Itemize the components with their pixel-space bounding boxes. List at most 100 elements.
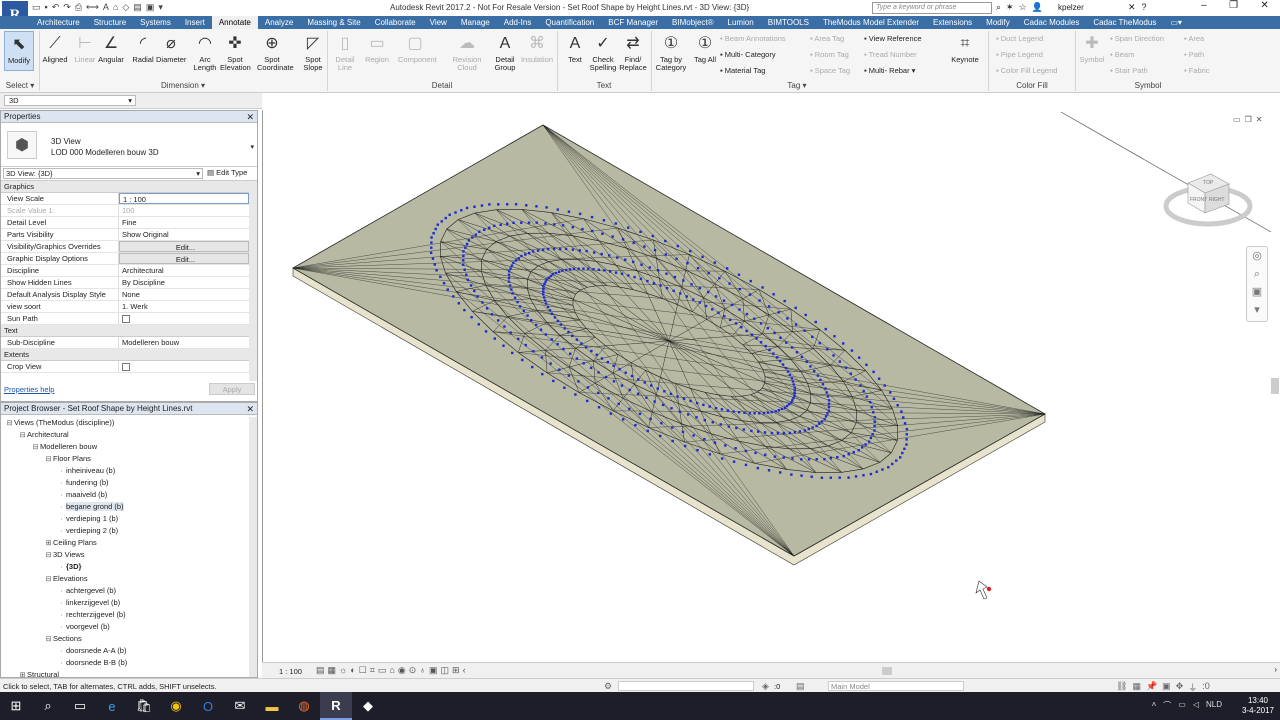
tab-themodus-model-extender[interactable]: TheModus Model Extender bbox=[816, 16, 926, 29]
checkbox[interactable] bbox=[122, 315, 130, 323]
browser-item-architectural[interactable]: ⊟ Architectural bbox=[1, 429, 257, 441]
select-panel-label[interactable]: Select ▾ bbox=[2, 81, 38, 90]
browser-item-fundering-b[interactable]: · fundering (b) bbox=[1, 477, 257, 489]
close-icon[interactable]: ✕ bbox=[246, 111, 254, 123]
property-sub-discipline[interactable]: Sub-Discipline Modelleren bouw bbox=[1, 337, 249, 349]
detail-level-icon[interactable]: ▤ bbox=[316, 665, 325, 676]
open-icon[interactable]: ▭ bbox=[32, 2, 41, 14]
nav-dropdown-icon[interactable]: ▾ bbox=[1247, 301, 1267, 319]
tab-bimobject[interactable]: BIMobject® bbox=[665, 16, 720, 29]
browser-item-rechterzijgevel-b[interactable]: · rechterzijgevel (b) bbox=[1, 609, 257, 621]
browser-item-doorsnede-a-a-b[interactable]: · doorsnede A-A (b) bbox=[1, 645, 257, 657]
radial-button[interactable]: ◜ Radial bbox=[128, 31, 158, 64]
measure-icon[interactable]: ⟷ bbox=[86, 2, 99, 14]
apply-button[interactable]: Apply bbox=[209, 383, 255, 395]
binoculars-icon[interactable]: ⌕ bbox=[996, 2, 1001, 13]
arc-length-button[interactable]: ◠ Arc Length bbox=[190, 31, 220, 72]
subscription-icon[interactable]: ✶ bbox=[1006, 2, 1014, 13]
minimize-icon[interactable]: – bbox=[1201, 0, 1207, 16]
view-cube[interactable]: TOP FRONT RIGHT bbox=[1163, 168, 1253, 238]
workset-dropdown[interactable] bbox=[618, 681, 754, 691]
tread-number-button[interactable]: ▪ Tread Number bbox=[864, 50, 917, 59]
shadows-icon[interactable]: ◐ bbox=[350, 665, 355, 676]
print-icon[interactable]: ⎙ bbox=[75, 2, 82, 14]
browser-item-verdieping-2-b[interactable]: · verdieping 2 (b) bbox=[1, 525, 257, 537]
crop-icon[interactable]: ⌗ bbox=[370, 665, 375, 676]
region-button[interactable]: ▭ Region bbox=[360, 31, 394, 64]
roof-model-drawing[interactable] bbox=[263, 110, 1280, 662]
tab-systems[interactable]: Systems bbox=[133, 16, 178, 29]
scroll-right-icon[interactable]: › bbox=[1274, 665, 1277, 674]
3d-view-icon[interactable]: ⌂ bbox=[113, 2, 118, 14]
detail-line-button[interactable]: ▯ Detail Line bbox=[328, 31, 362, 72]
extents-group[interactable]: Extents bbox=[1, 349, 249, 361]
volume-icon[interactable]: ◁ bbox=[1193, 700, 1199, 711]
close-hidden-icon[interactable]: ▤ bbox=[133, 2, 142, 14]
spot-slope-button[interactable]: ◸ Spot Slope bbox=[298, 31, 328, 72]
detail-group-button[interactable]: A Detail Group bbox=[488, 31, 522, 72]
multi-category-button[interactable]: ▪ Multi- Category bbox=[720, 50, 776, 59]
section-icon[interactable]: ◇ bbox=[122, 2, 129, 14]
property-graphic-display-options[interactable]: Graphic Display Options Edit... bbox=[1, 253, 249, 265]
highlight-icon[interactable]: ◫ bbox=[441, 665, 450, 676]
multi-rebar-button[interactable]: ▪ Multi- Rebar ▾ bbox=[864, 66, 915, 75]
reveal-hidden-icon[interactable]: ⊙ bbox=[409, 665, 417, 676]
collapse-icon[interactable]: ⊟ bbox=[44, 454, 53, 463]
view-reference-button[interactable]: ▪ View Reference bbox=[864, 34, 922, 43]
browser-item-doorsnede-b-b-b[interactable]: · doorsnede B-B (b) bbox=[1, 657, 257, 669]
show-crop-icon[interactable]: ▭ bbox=[378, 665, 387, 676]
tab-insert[interactable]: Insert bbox=[178, 16, 212, 29]
beam-button[interactable]: ▪ Beam bbox=[1110, 50, 1134, 59]
undo-icon[interactable]: ↶ bbox=[52, 2, 60, 14]
3d-viewport[interactable]: TOP FRONT RIGHT ▭ ❐ ✕ ◎ ⌕ ▣ ▾ bbox=[262, 110, 1280, 662]
expand-icon[interactable]: ⊞ bbox=[44, 538, 53, 547]
browser-item-views-themodus-discipline[interactable]: ⊟ Views (TheModus (discipline)) bbox=[1, 417, 257, 429]
zoom-icon[interactable]: ⌕ bbox=[1247, 265, 1267, 283]
tab-view[interactable]: View bbox=[423, 16, 454, 29]
zoom-region-icon[interactable]: ▣ bbox=[1247, 283, 1267, 301]
language-indicator[interactable]: NLD bbox=[1206, 700, 1222, 711]
chevron-up-icon[interactable]: ˄ bbox=[1152, 700, 1157, 711]
property-detail-level[interactable]: Detail Level Fine bbox=[1, 217, 249, 229]
ribbon-minimize-icon[interactable]: ▭▾ bbox=[1163, 16, 1189, 29]
temp-properties-icon[interactable]: ♁ bbox=[419, 665, 426, 676]
property-view-soort[interactable]: view soort 1. Werk bbox=[1, 301, 249, 313]
view-selector-dropdown[interactable]: 3D ▾ bbox=[4, 95, 136, 106]
properties-scrollbar[interactable] bbox=[249, 181, 257, 381]
text-group[interactable]: Text bbox=[1, 325, 249, 337]
tab-quantification[interactable]: Quantification bbox=[538, 16, 601, 29]
windows-start-icon[interactable]: ⊞ bbox=[0, 692, 32, 720]
lock-view-icon[interactable]: ⌂ bbox=[389, 665, 394, 676]
minimize-icon[interactable]: ▭ bbox=[1233, 115, 1241, 124]
view-cube-top-label[interactable]: TOP bbox=[1203, 180, 1214, 186]
browser-item-3d-views[interactable]: ⊟ 3D Views bbox=[1, 549, 257, 561]
browser-item-floor-plans[interactable]: ⊟ Floor Plans bbox=[1, 453, 257, 465]
edit-type-button[interactable]: ▤ Edit Type bbox=[207, 168, 247, 177]
property-show-hidden-lines[interactable]: Show Hidden Lines By Discipline bbox=[1, 277, 249, 289]
space-tag-button[interactable]: ▪ Space Tag bbox=[810, 66, 850, 75]
redo-icon[interactable]: ↷ bbox=[63, 2, 71, 14]
dimension-panel-label[interactable]: Dimension ▾ bbox=[40, 81, 326, 90]
close-icon[interactable]: ✕ bbox=[246, 403, 254, 415]
inkscape-icon[interactable]: ◆ bbox=[352, 692, 384, 720]
revision-cloud-button[interactable]: ☁ Revision Cloud bbox=[450, 31, 484, 72]
view-cube-front-label[interactable]: FRONT bbox=[1190, 197, 1207, 203]
text-icon[interactable]: A bbox=[103, 2, 109, 14]
edge-icon[interactable]: e bbox=[96, 692, 128, 720]
collapse-icon[interactable]: ⊟ bbox=[5, 418, 14, 427]
restore-icon[interactable]: ❐ bbox=[1229, 0, 1238, 16]
tab-modify[interactable]: Modify bbox=[979, 16, 1017, 29]
scroll-left-icon[interactable]: ‹ bbox=[463, 665, 466, 676]
expand-icon[interactable]: ⊞ bbox=[18, 670, 27, 679]
tab-add-ins[interactable]: Add-Ins bbox=[497, 16, 539, 29]
browser-item-maaiveld-b[interactable]: · maaiveld (b) bbox=[1, 489, 257, 501]
tab-bimtools[interactable]: BIMTOOLS bbox=[761, 16, 816, 29]
mail-icon[interactable]: ✉ bbox=[224, 692, 256, 720]
exchange-icon[interactable]: ✕ bbox=[1128, 2, 1136, 13]
outlook-icon[interactable]: O bbox=[192, 692, 224, 720]
render-icon[interactable]: ☐ bbox=[359, 665, 367, 676]
collapse-icon[interactable]: ⊟ bbox=[31, 442, 40, 451]
battery-icon[interactable]: ▭ bbox=[1178, 700, 1186, 711]
tab-cadac-modules[interactable]: Cadac Modules bbox=[1017, 16, 1087, 29]
viewport-vertical-scrollbar[interactable] bbox=[1271, 378, 1279, 394]
